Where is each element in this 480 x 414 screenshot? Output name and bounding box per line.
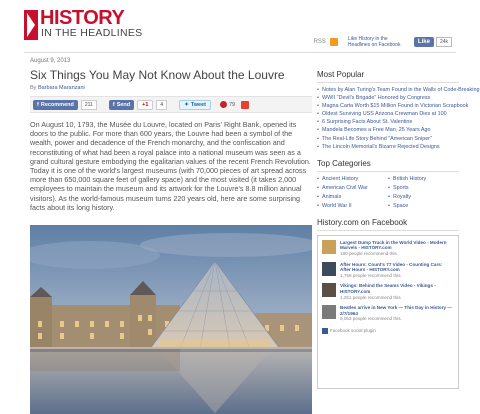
facebook-like-count: 24k xyxy=(435,37,452,47)
list-item[interactable]: WWII "Devil's Brigade" Honored by Congre… xyxy=(317,94,459,102)
list-item[interactable]: The Lincoln Memorial's Bizarre Rejected … xyxy=(317,143,459,151)
list-item[interactable]: Notes by Alan Turing's Team Found in the… xyxy=(317,86,480,94)
categories-grid: Ancient History British History American… xyxy=(317,175,459,210)
category-link[interactable]: World War II xyxy=(317,202,388,210)
facebook-item-title[interactable]: Vikings: Behind the Seams Video - Viking… xyxy=(340,283,436,294)
facebook-icon xyxy=(322,327,328,334)
facebook-item-title[interactable]: Largest Dump Truck in the World Video - … xyxy=(340,240,447,251)
facebook-item[interactable]: Vikings: Behind the Seams Video - Viking… xyxy=(322,283,454,300)
facebook-item[interactable]: Largest Dump Truck in the World Video - … xyxy=(322,239,454,257)
header-actions: RSS Like History in the Headlines on Fac… xyxy=(314,35,452,49)
pin-count: 79 xyxy=(229,101,236,108)
list-item[interactable]: Mandela Becomes a Free Man, 25 Years Ago xyxy=(317,126,459,134)
facebook-icon: f xyxy=(37,101,39,108)
facebook-recommend-button[interactable]: f Recommend xyxy=(33,99,78,110)
share-plus-icon[interactable] xyxy=(241,100,250,109)
list-item[interactable]: Magna Carta Worth $15 Million Found in V… xyxy=(317,102,468,110)
tweet-button[interactable]: ✦ Tweet xyxy=(179,99,211,110)
facebook-item-recommendations: 180 people recommend this. xyxy=(340,250,398,256)
rss-icon[interactable] xyxy=(329,38,338,46)
sidebar: Most Popular Notes by Alan Turing's Team… xyxy=(317,70,480,389)
most-popular-list: Notes by Alan Turing's Team Found in the… xyxy=(317,86,480,151)
category-link[interactable]: Space xyxy=(388,202,459,210)
facebook-item[interactable]: Beatles arrive in New York — This Day in… xyxy=(322,305,454,322)
facebook-item-title[interactable]: Beatles arrive in New York — This Day in… xyxy=(340,305,452,316)
author-link[interactable]: Barbara Maranzani xyxy=(38,85,85,91)
google-plus-count: 4 xyxy=(156,99,168,110)
facebook-item-recommendations: 9,053 people recommend this. xyxy=(340,316,402,322)
rss-link[interactable]: RSS xyxy=(314,39,326,45)
category-link[interactable]: Sports xyxy=(388,184,459,192)
facebook-like-text: Like History in the Headlines on Faceboo… xyxy=(347,36,401,48)
facebook-item-recommendations: 1,251 people recommend this. xyxy=(340,294,402,300)
list-item[interactable]: Oldest Surviving USS Arizona Crewman Die… xyxy=(317,110,459,118)
thumbnail xyxy=(322,239,336,254)
facebook-widget: Largest Dump Truck in the World Video - … xyxy=(317,234,459,389)
louvre-photo xyxy=(30,225,312,414)
louvre-pyramid-image xyxy=(30,225,312,414)
facebook-plugin-footer: Facebook social plugin xyxy=(322,327,454,334)
thumbnail xyxy=(322,261,336,276)
facebook-item-recommendations: 1,758 people recommend this. xyxy=(340,272,402,278)
facebook-item-title[interactable]: After Hours: Count's 77 Video - Counting… xyxy=(340,262,442,273)
site-header: HISTORY IN THE HEADLINES RSS Like Histor… xyxy=(0,0,480,50)
facebook-heading: History.com on Facebook xyxy=(317,218,459,231)
article-title: Six Things You May Not Know About the Lo… xyxy=(30,68,285,82)
recommend-count: 211 xyxy=(80,99,97,110)
share-bar: f Recommend 211 f Send +1 4 ✦ Tweet 79 xyxy=(30,96,312,113)
category-link[interactable]: Animals xyxy=(317,193,388,201)
category-link[interactable]: Ancient History xyxy=(317,175,388,183)
list-item[interactable]: 6 Surprising Facts About St. Valentine xyxy=(317,118,459,126)
byline-prefix: By xyxy=(30,85,38,91)
pinterest-icon xyxy=(220,101,227,108)
twitter-bird-icon: ✦ xyxy=(184,101,189,108)
google-plus-button[interactable]: +1 xyxy=(137,99,154,110)
site-logo[interactable]: HISTORY IN THE HEADLINES xyxy=(24,8,154,42)
header-divider xyxy=(24,52,456,53)
facebook-item[interactable]: After Hours: Count's 77 Video - Counting… xyxy=(322,261,454,279)
category-link[interactable]: Royalty xyxy=(388,193,459,201)
tweet-label: Tweet xyxy=(190,101,206,108)
facebook-icon: f xyxy=(112,101,115,108)
top-categories-heading: Top Categories xyxy=(317,159,459,172)
pinterest-button[interactable]: 79 xyxy=(220,101,235,108)
thumbnail xyxy=(322,283,336,298)
list-item[interactable]: The Real-Life Story Behind "American Sni… xyxy=(317,135,459,143)
facebook-send-button[interactable]: f Send xyxy=(108,99,135,110)
most-popular-heading: Most Popular xyxy=(317,70,459,83)
logo-mark-icon xyxy=(24,10,38,40)
category-link[interactable]: British History xyxy=(388,175,459,183)
recommend-label: Recommend xyxy=(40,101,74,108)
article-body: On August 10, 1793, the Musée du Louvre,… xyxy=(30,120,311,212)
thumbnail xyxy=(322,305,336,320)
category-link[interactable]: American Civil War xyxy=(317,184,388,192)
logo-subtitle: IN THE HEADLINES xyxy=(41,27,143,39)
facebook-plugin-label: Facebook social plugin xyxy=(330,328,376,334)
article: August 9, 2013 Six Things You May Not Kn… xyxy=(30,58,312,212)
article-date: August 9, 2013 xyxy=(30,58,71,64)
facebook-like-button[interactable]: Like xyxy=(413,37,434,47)
article-byline: By Barbara Maranzani xyxy=(30,85,312,91)
logo-title: HISTORY xyxy=(40,7,125,29)
send-label: Send xyxy=(116,101,131,108)
